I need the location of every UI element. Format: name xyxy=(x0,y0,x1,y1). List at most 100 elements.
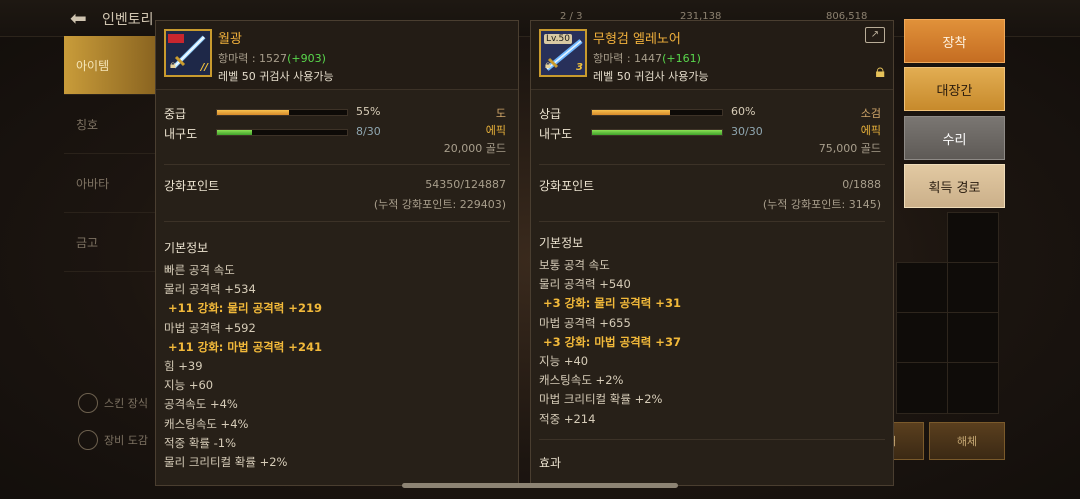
grade-label: 중급 xyxy=(164,107,187,121)
item-header: 🔒︎ // 월광 항마력 : 1527(+903) 레벨 50 귀검사 사용가능 xyxy=(156,21,518,90)
item-price: 20,000 골드 xyxy=(443,142,506,155)
stat-line: 보통 공격 속도 xyxy=(539,258,610,272)
equip-button[interactable]: 장착 xyxy=(904,19,1005,63)
inventory-slot[interactable] xyxy=(947,212,999,264)
stat-line: 마법 공격력 +655 xyxy=(539,315,631,330)
tab-items[interactable]: 아이템 xyxy=(64,36,156,95)
divider xyxy=(164,164,510,165)
stat-line: 지능 +40 xyxy=(539,354,589,369)
lock-icon: 🔒︎ xyxy=(545,58,551,71)
enhance-points-cumulative: (누적 강화포인트: 3145) xyxy=(762,198,881,211)
level-badge: Lv.50 xyxy=(544,34,572,44)
stat-line: 캐스팅속도 +2% xyxy=(539,373,624,388)
stat-line: 캐스팅속도 +4% xyxy=(164,416,249,431)
grade-bar-fill xyxy=(217,110,289,115)
inventory-slot[interactable] xyxy=(947,362,999,414)
item-category: 소검 xyxy=(860,107,881,120)
disassemble-button[interactable]: 해체 xyxy=(929,422,1005,460)
tab-storage[interactable]: 금고 xyxy=(64,213,156,272)
durability-label: 내구도 xyxy=(539,127,573,141)
enhance-points: 54350/124887 xyxy=(425,178,506,191)
stat-line: 빠른 공격 속도 xyxy=(164,263,235,277)
effect-title: 효과 xyxy=(539,456,562,470)
power-bonus: (+903) xyxy=(287,52,326,65)
back-arrow-icon[interactable]: ⬅ xyxy=(70,6,87,30)
acquire-route-button[interactable]: 획득 경로 xyxy=(904,164,1005,208)
item-category: 도 xyxy=(495,107,506,120)
tab-titles[interactable]: 칭호 xyxy=(64,95,156,154)
codex-icon xyxy=(78,430,98,450)
item-header: Lv.50 🔒︎ 3 무형검 엘레노어 항마력 : 1447(+161) 레벨 … xyxy=(531,21,893,90)
stat-line: +3 강화: 마법 공격력 +37 xyxy=(543,334,681,349)
stat-line: 지능 +60 xyxy=(164,378,214,393)
power-value: 항마력 : 1447 xyxy=(593,52,663,65)
lock-icon: 🔒︎ xyxy=(170,58,176,71)
inventory-slot[interactable] xyxy=(896,362,948,414)
lock-toggle-icon[interactable]: 🔒︎ xyxy=(875,61,885,82)
item-name: 무형검 엘레노어 xyxy=(593,32,681,47)
inventory-slot[interactable] xyxy=(947,312,999,364)
stat-line: +11 강화: 마법 공격력 +241 xyxy=(168,339,322,354)
left-item-tooltip: 🔒︎ // 월광 항마력 : 1527(+903) 레벨 50 귀검사 사용가능… xyxy=(155,20,519,486)
item-requirement: 레벨 50 귀검사 사용가능 xyxy=(218,70,334,83)
stat-line: 적중 +214 xyxy=(539,411,596,426)
grade-bar-fill xyxy=(592,110,670,115)
basic-info-title: 기본정보 xyxy=(539,236,584,250)
power-bonus: (+161) xyxy=(662,52,701,65)
skin-icon xyxy=(78,393,98,413)
inventory-slot[interactable] xyxy=(947,262,999,314)
skin-decor-label: 스킨 장식 xyxy=(104,397,148,410)
skin-decor-button[interactable]: 스킨 장식 xyxy=(78,393,148,413)
durability-bar-fill xyxy=(217,130,252,135)
stat-line: 마법 크리티컬 확률 +2% xyxy=(539,392,663,407)
tab-avatar[interactable]: 아바타 xyxy=(64,154,156,213)
enhance-points-label: 강화포인트 xyxy=(539,179,595,193)
share-icon[interactable]: ↗ xyxy=(865,27,885,43)
stat-list: 보통 공격 속도물리 공격력 +540 +3 강화: 물리 공격력 +31 마법 공… xyxy=(539,256,681,429)
divider xyxy=(539,439,885,440)
inventory-slot[interactable] xyxy=(896,262,948,314)
stat-list: 빠른 공격 속도 물리 공격력 +534 +11 강화: 물리 공격력 +219 마법… xyxy=(164,261,322,472)
durability-label: 내구도 xyxy=(164,127,198,141)
grade-percent: 55% xyxy=(356,105,381,118)
right-item-tooltip: Lv.50 🔒︎ 3 무형검 엘레노어 항마력 : 1447(+161) 레벨 … xyxy=(530,20,894,486)
repair-button[interactable]: 수리 xyxy=(904,116,1005,160)
basic-info-title: 기본정보 xyxy=(164,241,209,255)
item-rarity: 에픽 xyxy=(485,124,506,137)
durability-bar xyxy=(216,129,348,136)
tier-icon: // xyxy=(200,62,208,73)
item-name: 월광 xyxy=(218,32,242,47)
enhance-points: 0/1888 xyxy=(842,178,881,191)
item-icon: Lv.50 🔒︎ 3 xyxy=(539,29,587,77)
inventory-title: 인벤토리 xyxy=(102,12,154,28)
durability-value: 30/30 xyxy=(731,125,763,138)
blacksmith-button[interactable]: 대장간 xyxy=(904,67,1005,111)
divider xyxy=(164,221,510,222)
stat-line: 공격속도 +4% xyxy=(164,397,238,412)
scrollbar[interactable] xyxy=(402,483,678,488)
durability-value: 8/30 xyxy=(356,125,381,138)
stat-line: 물리 공격력 +534 xyxy=(164,282,256,297)
stat-line: 물리 공격력 +540 xyxy=(539,277,631,292)
grade-bar xyxy=(591,109,723,116)
item-rarity: 에픽 xyxy=(860,124,881,137)
divider xyxy=(539,164,885,165)
enhance-badge: 3 xyxy=(576,62,583,73)
stat-line: +11 강화: 물리 공격력 +219 xyxy=(168,301,322,316)
item-requirement: 레벨 50 귀검사 사용가능 xyxy=(593,70,709,83)
grade-label: 상급 xyxy=(539,107,562,121)
item-price: 75,000 골드 xyxy=(818,142,881,155)
grade-bar xyxy=(216,109,348,116)
codex-label: 장비 도감 xyxy=(104,434,148,447)
equipment-codex-button[interactable]: 장비 도감 xyxy=(78,430,148,450)
item-power: 항마력 : 1447(+161) xyxy=(593,50,701,66)
item-icon: 🔒︎ // xyxy=(164,29,212,77)
inventory-slot[interactable] xyxy=(896,312,948,364)
stat-line: 물리 크리티컬 확률 +2% xyxy=(164,455,288,470)
stat-line: +3 강화: 물리 공격력 +31 xyxy=(543,296,681,311)
enhance-points-cumulative: (누적 강화포인트: 229403) xyxy=(373,198,506,211)
item-power: 항마력 : 1527(+903) xyxy=(218,50,326,66)
stat-line: 적중 확률 -1% xyxy=(164,435,237,450)
enhance-points-label: 강화포인트 xyxy=(164,179,220,193)
divider xyxy=(539,221,885,222)
